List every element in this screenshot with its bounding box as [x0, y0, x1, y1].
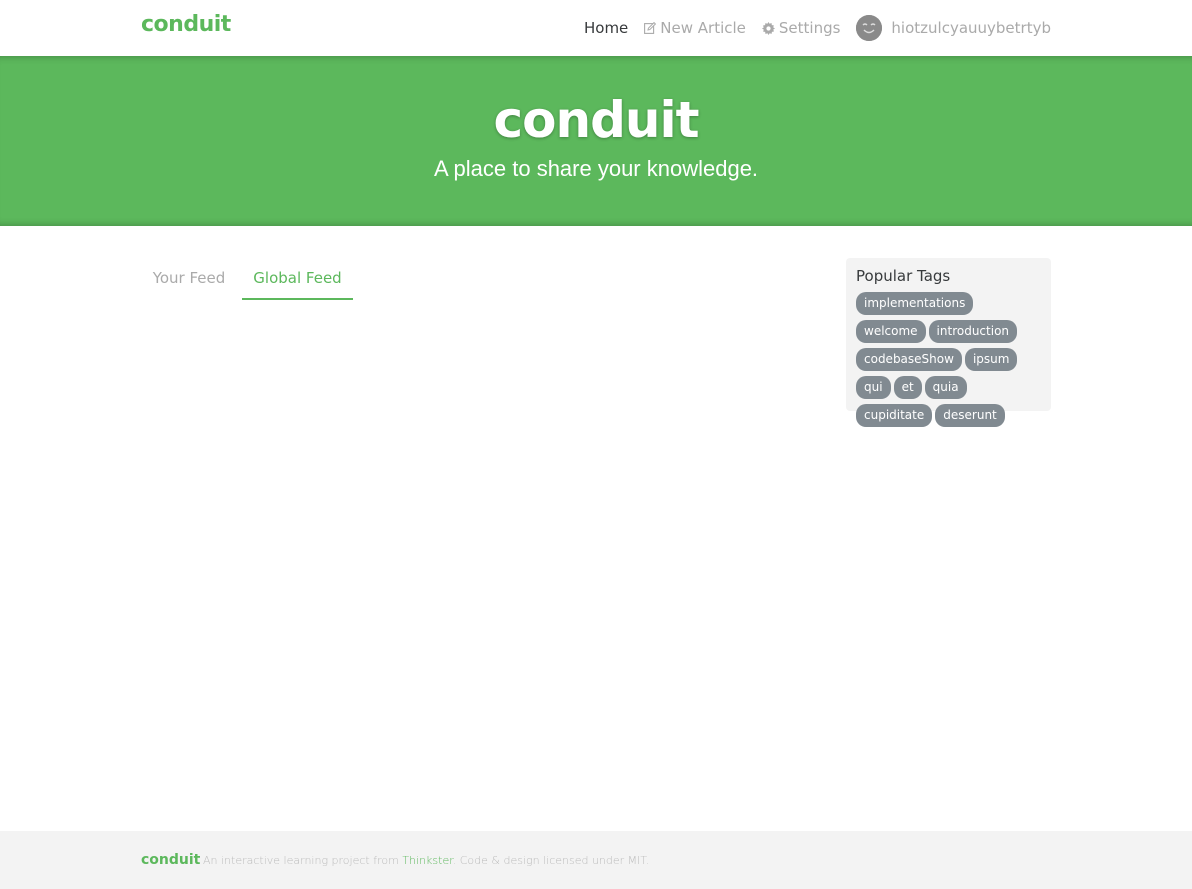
footer-attribution: An interactive learning project from Thi… [203, 854, 649, 867]
nav-settings[interactable]: Settings [761, 19, 841, 37]
footer-logo[interactable]: conduit [141, 852, 200, 868]
tag-pill[interactable]: introduction [928, 320, 1018, 343]
compose-icon [644, 22, 657, 34]
navbar-brand[interactable]: conduit [141, 12, 231, 37]
tag-pill[interactable]: welcome [856, 320, 926, 343]
tag-pill[interactable]: et [893, 376, 922, 399]
banner-subtitle: A place to share your knowledge. [433, 156, 759, 181]
thinkster-link[interactable]: Thinkster [402, 854, 452, 867]
tag-pill[interactable]: cupiditate [856, 404, 933, 427]
tag-pill[interactable]: implementations [856, 292, 974, 315]
nav-profile[interactable]: hiotzulcyauuybetrtyb [856, 15, 1051, 41]
footer-text-after: . Code & design licensed under MIT. [452, 854, 650, 867]
avatar [856, 15, 883, 41]
nav-settings-label: Settings [778, 19, 841, 37]
feed-toggle: Your Feed Global Feed [141, 258, 831, 300]
tag-pill[interactable]: deserunt [935, 404, 1005, 427]
navbar: conduit Home New Article Settings hiotzu… [0, 0, 1192, 56]
nav-home[interactable]: Home [584, 19, 628, 37]
tab-global-feed[interactable]: Global Feed [242, 258, 353, 300]
tag-pill[interactable]: ipsum [964, 348, 1018, 371]
banner: conduit A place to share your knowledge. [0, 56, 1192, 226]
banner-title: conduit [493, 91, 699, 149]
popular-tags-sidebar: Popular Tags implementations welcome int… [846, 258, 1051, 427]
nav-links: Home New Article Settings hiotzulcyauuyb… [568, 15, 1051, 41]
footer: conduit An interactive learning project … [0, 831, 1192, 889]
nav-username: hiotzulcyauuybetrtyb [891, 19, 1051, 37]
tag-list: implementations welcome introduction cod… [856, 292, 1041, 432]
tag-pill[interactable]: codebaseShow [856, 348, 962, 371]
tag-pill[interactable]: qui [856, 376, 891, 399]
nav-home-label: Home [583, 19, 629, 37]
gear-icon [761, 21, 775, 35]
nav-new-article[interactable]: New Article [644, 19, 746, 37]
footer-text-before: An interactive learning project from [203, 854, 403, 867]
tag-pill[interactable]: quia [924, 376, 967, 399]
tab-your-feed[interactable]: Your Feed [141, 258, 237, 300]
nav-new-article-label: New Article [660, 19, 746, 37]
sidebar-title: Popular Tags [856, 267, 951, 285]
